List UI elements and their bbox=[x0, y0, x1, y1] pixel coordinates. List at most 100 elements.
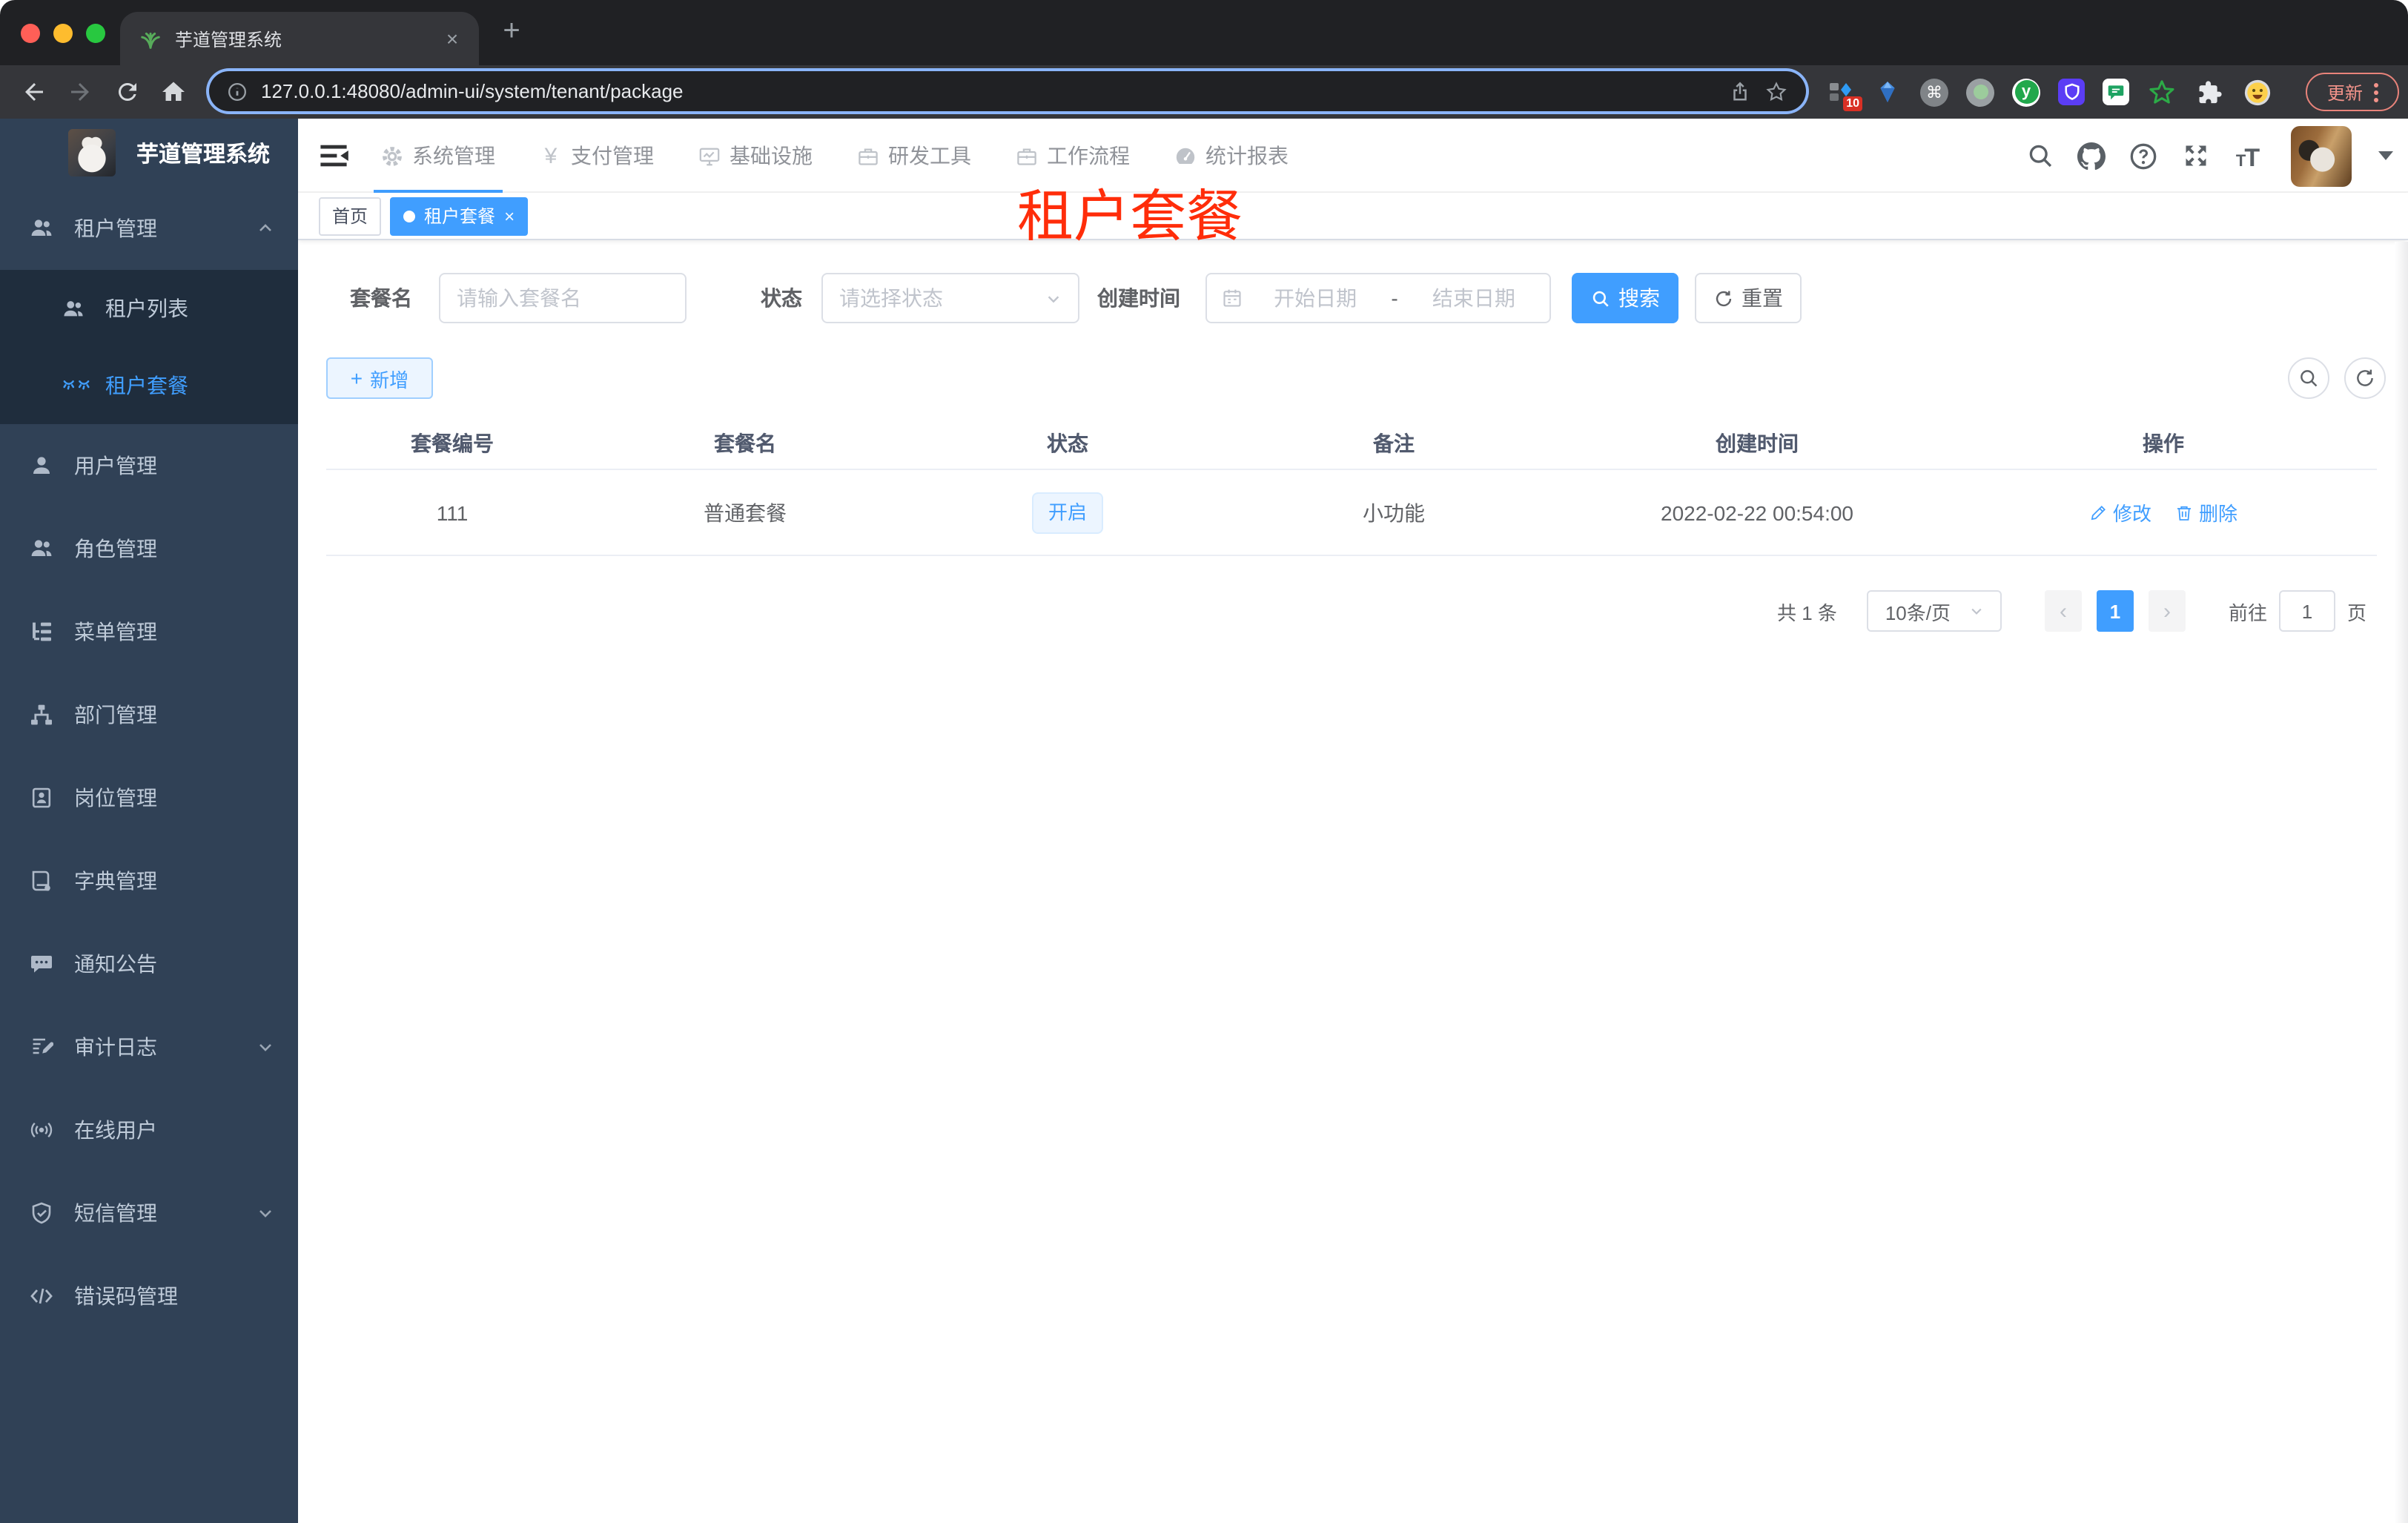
show-search-toggle-button[interactable] bbox=[2288, 357, 2329, 399]
column-header[interactable]: 操作 bbox=[1950, 429, 2377, 458]
search-icon[interactable] bbox=[2025, 142, 2054, 170]
top-nav-infrastructure[interactable]: 基础设施 bbox=[691, 119, 820, 193]
extension-star-icon[interactable] bbox=[2147, 77, 2177, 107]
goto-page-input[interactable] bbox=[2278, 590, 2335, 632]
reset-button[interactable]: 重置 bbox=[1695, 273, 1802, 323]
extension-dot-icon[interactable] bbox=[1966, 78, 1994, 106]
sidebar-item-online-users[interactable]: 在线用户 bbox=[0, 1088, 298, 1172]
window-minimize-button[interactable] bbox=[53, 24, 73, 43]
status-select[interactable]: 请选择状态 bbox=[821, 273, 1079, 323]
extension-shield-icon[interactable] bbox=[2058, 79, 2085, 105]
column-header[interactable]: 状态 bbox=[912, 429, 1223, 458]
github-icon[interactable] bbox=[2077, 142, 2106, 170]
extension-gem-icon[interactable] bbox=[1873, 77, 1902, 107]
column-header[interactable]: 套餐编号 bbox=[326, 429, 578, 458]
column-header[interactable]: 创建时间 bbox=[1564, 429, 1950, 458]
sidebar-item-post-management[interactable]: 岗位管理 bbox=[0, 756, 298, 839]
filter-name-label: 套餐名 bbox=[350, 286, 412, 310]
log-edit-icon bbox=[30, 1035, 53, 1059]
sidebar-item-audit-log[interactable]: 审计日志 bbox=[0, 1005, 298, 1088]
sidebar-item-label: 租户套餐 bbox=[105, 374, 188, 397]
extension-y-icon[interactable]: y bbox=[2012, 78, 2040, 106]
content-scrollbar[interactable] bbox=[2395, 242, 2408, 1523]
sidebar-item-label: 审计日志 bbox=[74, 1035, 157, 1059]
top-nav-reports[interactable]: 统计报表 bbox=[1167, 119, 1296, 193]
sidebar-item-role-management[interactable]: 角色管理 bbox=[0, 507, 298, 590]
sidebar-item-label: 错误码管理 bbox=[74, 1284, 178, 1308]
sidebar-item-tenant-group[interactable]: 租户管理 bbox=[0, 187, 298, 270]
prev-page-button[interactable]: ‹ bbox=[2044, 590, 2082, 632]
tag-home[interactable]: 首页 bbox=[319, 196, 382, 235]
sidebar-collapse-icon[interactable] bbox=[317, 139, 350, 172]
sidebar-item-department-management[interactable]: 部门管理 bbox=[0, 673, 298, 756]
back-icon[interactable] bbox=[21, 79, 47, 105]
top-nav-devtools[interactable]: 研发工具 bbox=[850, 119, 979, 193]
cell-status: 开启 bbox=[912, 492, 1223, 533]
extensions-puzzle-icon[interactable] bbox=[2194, 77, 2224, 107]
add-button[interactable]: + 新增 bbox=[326, 357, 433, 399]
filter-name-field[interactable] bbox=[439, 273, 687, 323]
sidebar-item-label: 租户管理 bbox=[74, 217, 157, 240]
tag-close-icon[interactable]: × bbox=[504, 207, 515, 225]
sidebar-logo[interactable]: 芋道管理系统 bbox=[0, 119, 298, 187]
column-header[interactable]: 备注 bbox=[1223, 429, 1564, 458]
tag-tenant-package[interactable]: 租户套餐 × bbox=[390, 196, 529, 235]
site-info-icon[interactable] bbox=[227, 81, 248, 102]
font-size-icon[interactable]: TT bbox=[2233, 142, 2261, 170]
current-page-button[interactable]: 1 bbox=[2096, 590, 2134, 632]
profile-emoji-icon[interactable] bbox=[2242, 77, 2272, 107]
sidebar-item-label: 字典管理 bbox=[74, 869, 157, 893]
url-text[interactable]: 127.0.0.1:48080/admin-ui/system/tenant/p… bbox=[261, 80, 1716, 102]
top-nav-workflow[interactable]: 工作流程 bbox=[1008, 119, 1137, 193]
chevron-down-icon bbox=[1968, 604, 1983, 618]
sidebar-item-menu-management[interactable]: 菜单管理 bbox=[0, 590, 298, 673]
window-close-button[interactable] bbox=[21, 24, 40, 43]
refresh-icon bbox=[1713, 288, 1733, 308]
page-size-select[interactable]: 10条/页 bbox=[1866, 590, 2002, 632]
user-avatar[interactable] bbox=[2291, 125, 2352, 186]
extension-tabs-icon[interactable]: 10 bbox=[1825, 77, 1862, 111]
search-button[interactable]: 搜索 bbox=[1572, 273, 1678, 323]
sidebar-item-tenant-package[interactable]: 租户套餐 bbox=[0, 347, 298, 424]
help-icon[interactable] bbox=[2129, 142, 2157, 170]
fullscreen-icon[interactable] bbox=[2181, 142, 2209, 170]
share-icon[interactable] bbox=[1729, 80, 1751, 102]
browser-update-button[interactable]: 更新 bbox=[2306, 73, 2399, 111]
date-start-placeholder[interactable]: 开始日期 bbox=[1254, 283, 1376, 313]
new-tab-button[interactable]: + bbox=[495, 16, 528, 49]
next-page-button[interactable]: › bbox=[2148, 590, 2186, 632]
top-nav-payment[interactable]: ¥ 支付管理 bbox=[532, 119, 661, 193]
avatar-caret-icon[interactable] bbox=[2378, 151, 2393, 160]
home-icon[interactable] bbox=[160, 79, 187, 105]
date-range-picker[interactable]: 开始日期 - 结束日期 bbox=[1205, 273, 1551, 323]
sidebar-item-dict-management[interactable]: 字典管理 bbox=[0, 839, 298, 922]
reset-button-label: 重置 bbox=[1742, 286, 1783, 310]
bookmark-star-icon[interactable] bbox=[1764, 79, 1788, 103]
extension-command-icon[interactable]: ⌘ bbox=[1920, 78, 1948, 106]
sidebar-item-error-code[interactable]: 错误码管理 bbox=[0, 1255, 298, 1338]
extension-chat-icon[interactable] bbox=[2103, 79, 2129, 105]
package-name-input[interactable] bbox=[457, 286, 669, 310]
sidebar-item-notice[interactable]: 通知公告 bbox=[0, 922, 298, 1005]
window-zoom-button[interactable] bbox=[86, 24, 105, 43]
sidebar-item-tenant-list[interactable]: 租户列表 bbox=[0, 270, 298, 347]
filter-form: 套餐名 状态 请选择状态 创建时间 开始日期 - bbox=[298, 273, 2408, 323]
date-end-placeholder[interactable]: 结束日期 bbox=[1413, 283, 1535, 313]
edit-link[interactable]: 修改 bbox=[2089, 498, 2151, 526]
tab-close-icon[interactable]: × bbox=[440, 27, 464, 50]
sidebar-item-sms-management[interactable]: 短信管理 bbox=[0, 1172, 298, 1255]
sidebar-item-user-management[interactable]: 用户管理 bbox=[0, 424, 298, 507]
table-row[interactable]: 111 普通套餐 开启 小功能 2022-02-22 00:54:00 修改 删… bbox=[326, 470, 2377, 556]
top-nav-system[interactable]: 系统管理 bbox=[374, 119, 503, 194]
code-icon bbox=[30, 1284, 53, 1308]
reload-icon[interactable] bbox=[114, 79, 141, 105]
address-bar[interactable]: 127.0.0.1:48080/admin-ui/system/tenant/p… bbox=[209, 71, 1806, 111]
forward-icon[interactable] bbox=[67, 79, 93, 105]
browser-menu-kebab-icon[interactable] bbox=[2373, 82, 2378, 102]
column-header[interactable]: 套餐名 bbox=[578, 429, 912, 458]
chat-bubble-icon bbox=[30, 952, 53, 976]
cell-actions: 修改 删除 bbox=[1950, 498, 2377, 526]
browser-tab[interactable]: 芋道管理系统 × bbox=[120, 12, 479, 65]
delete-link[interactable]: 删除 bbox=[2175, 498, 2237, 526]
refresh-table-button[interactable] bbox=[2344, 357, 2386, 399]
